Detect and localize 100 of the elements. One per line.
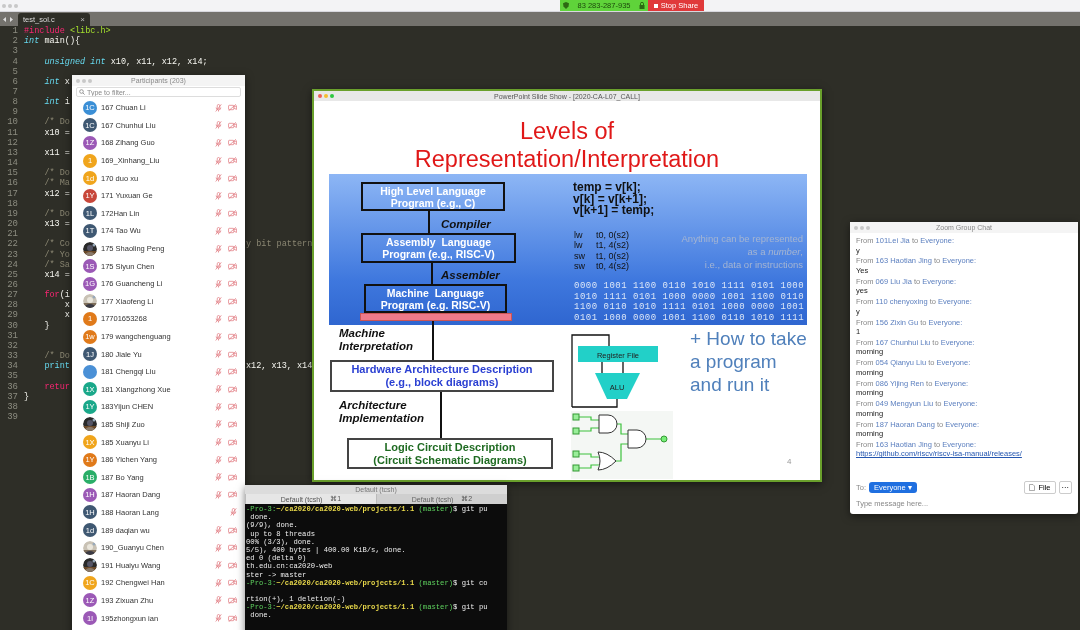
video-off-icon[interactable] xyxy=(228,350,237,358)
video-off-icon[interactable] xyxy=(228,104,237,112)
video-off-icon[interactable] xyxy=(228,174,237,182)
step-label: Assembler xyxy=(441,269,500,281)
code-line: x12 = xyxy=(43,188,70,199)
code-line: /* Do xyxy=(43,351,70,362)
window-controls-icon[interactable] xyxy=(76,78,92,83)
muted-microphone-icon[interactable] xyxy=(215,420,222,429)
muted-microphone-icon[interactable] xyxy=(215,314,222,323)
muted-microphone-icon[interactable] xyxy=(215,455,222,464)
muted-microphone-icon[interactable] xyxy=(230,508,237,517)
level-box: Hardware Architecture Description (e.g., block diagrams) xyxy=(330,360,554,392)
video-off-icon[interactable] xyxy=(228,473,237,481)
muted-microphone-icon[interactable] xyxy=(215,543,222,552)
muted-microphone-icon[interactable] xyxy=(215,139,222,147)
muted-microphone-icon[interactable] xyxy=(215,473,222,482)
muted-microphone-icon[interactable] xyxy=(215,174,222,183)
level-box: Logic Circuit Description (Circuit Schematic Diagrams) xyxy=(347,438,553,469)
video-off-icon[interactable] xyxy=(228,139,237,147)
video-off-icon[interactable] xyxy=(228,280,237,288)
line-number: 8 xyxy=(11,97,18,108)
video-off-icon[interactable] xyxy=(228,297,237,305)
muted-microphone-icon[interactable] xyxy=(215,350,222,359)
code-text: temp = v[k]; v[k] = v[k+1]; v[k+1] = temp; xyxy=(573,182,655,217)
line-number: 7 xyxy=(11,87,18,97)
video-off-icon[interactable] xyxy=(228,245,237,253)
muted-microphone-icon[interactable] xyxy=(215,226,222,235)
video-off-icon[interactable] xyxy=(228,491,237,499)
line-number: 18 xyxy=(6,198,18,209)
video-off-icon[interactable] xyxy=(228,121,237,129)
step-label: Architecture Implementation xyxy=(339,399,424,425)
arrows-icon[interactable] xyxy=(3,16,13,22)
video-off-icon[interactable] xyxy=(228,385,237,393)
code-line: unsigned int x10, x11, x12, x14; xyxy=(43,56,208,67)
line-number: 21 xyxy=(6,229,18,240)
line-number: 23 xyxy=(6,249,18,260)
code-line: x10 = xyxy=(43,127,70,138)
muted-microphone-icon[interactable] xyxy=(215,156,222,165)
video-off-icon[interactable] xyxy=(228,192,237,200)
code-line: int x xyxy=(43,76,70,87)
video-off-icon[interactable] xyxy=(228,368,237,376)
line-number: 12 xyxy=(6,137,18,148)
muted-microphone-icon[interactable] xyxy=(215,385,222,394)
video-off-icon[interactable] xyxy=(228,544,237,552)
level-box: Machine Language Program (e.g. RISC-V) xyxy=(364,284,507,313)
muted-microphone-icon[interactable] xyxy=(215,121,222,130)
muted-microphone-icon[interactable] xyxy=(215,438,222,447)
code-line: #include <libc.h> xyxy=(24,26,111,37)
video-off-icon[interactable] xyxy=(228,561,237,569)
binary-line: 0000 1001 1100 0110 1010 1111 0101 1000 xyxy=(574,281,805,292)
muted-microphone-icon[interactable] xyxy=(215,279,222,288)
document-icon xyxy=(1029,484,1036,491)
video-off-icon[interactable] xyxy=(228,227,237,235)
video-off-icon[interactable] xyxy=(228,526,237,534)
video-off-icon[interactable] xyxy=(228,614,237,622)
level-box: High Level Language Program (e.g., C) xyxy=(361,182,505,211)
step-label: Machine Interpretation xyxy=(339,327,414,353)
code-line: /* Ma xyxy=(43,178,70,189)
video-off-icon[interactable] xyxy=(228,209,237,217)
video-off-icon[interactable] xyxy=(228,596,237,604)
video-off-icon[interactable] xyxy=(228,333,237,340)
video-off-icon[interactable] xyxy=(228,262,237,270)
line-number: 5 xyxy=(11,66,18,77)
muted-microphone-icon[interactable] xyxy=(215,367,222,376)
muted-microphone-icon[interactable] xyxy=(215,297,222,306)
muted-microphone-icon[interactable] xyxy=(215,526,222,535)
line-number: 13 xyxy=(6,147,18,158)
line-number: 1 xyxy=(11,26,18,37)
muted-microphone-icon[interactable] xyxy=(215,244,222,253)
muted-microphone-icon[interactable] xyxy=(215,490,222,499)
binary-line: 1010 1111 0101 1000 0000 1001 1100 0110 xyxy=(574,291,805,302)
video-off-icon[interactable] xyxy=(228,456,237,464)
code-line: } xyxy=(24,391,30,402)
window-controls-icon[interactable] xyxy=(854,225,870,230)
line-number: 33 xyxy=(6,351,18,362)
muted-microphone-icon[interactable] xyxy=(215,596,222,605)
video-off-icon[interactable] xyxy=(228,315,237,323)
window-controls-icon[interactable] xyxy=(318,94,334,98)
muted-microphone-icon[interactable] xyxy=(215,191,222,200)
window-controls-icon[interactable] xyxy=(2,3,18,8)
muted-microphone-icon[interactable] xyxy=(215,332,222,341)
line-number: 17 xyxy=(6,188,18,199)
muted-microphone-icon[interactable] xyxy=(215,578,222,587)
muted-microphone-icon[interactable] xyxy=(215,262,222,271)
muted-microphone-icon[interactable] xyxy=(215,561,222,570)
muted-microphone-icon[interactable] xyxy=(215,103,222,112)
video-off-icon[interactable] xyxy=(228,421,237,428)
muted-microphone-icon[interactable] xyxy=(215,614,222,622)
muted-microphone-icon[interactable] xyxy=(215,402,222,411)
assembly-line: lw t0, 0(s2) xyxy=(574,230,629,241)
code-line: /* Co xyxy=(43,239,70,250)
video-off-icon[interactable] xyxy=(228,157,237,165)
code-line: x xyxy=(63,300,70,311)
video-off-icon[interactable] xyxy=(228,579,237,587)
muted-microphone-icon[interactable] xyxy=(215,209,222,218)
video-off-icon[interactable] xyxy=(228,403,237,411)
line-number: 38 xyxy=(6,401,18,412)
video-off-icon[interactable] xyxy=(228,438,237,446)
line-number: 39 xyxy=(6,412,18,422)
line-number: 25 xyxy=(6,269,18,280)
